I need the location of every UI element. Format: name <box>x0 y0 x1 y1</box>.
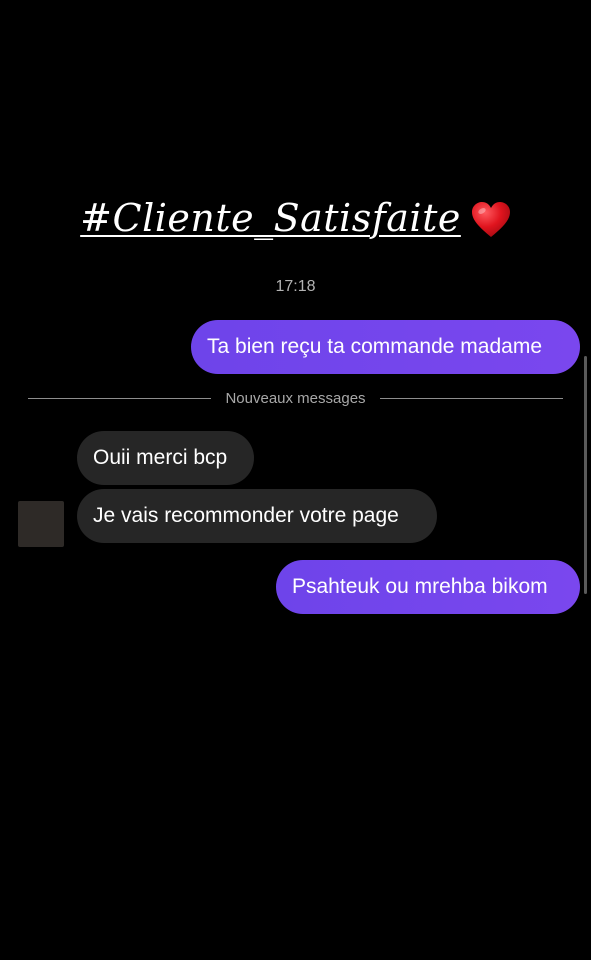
message-bubble-outgoing[interactable]: Ta bien reçu ta commande madame <box>191 320 580 374</box>
message-text: Ouii merci bcp <box>93 446 228 469</box>
message-text: Psahteuk ou mrehba bikom <box>292 575 548 598</box>
avatar[interactable] <box>18 501 64 547</box>
message-text: Ta bien reçu ta commande madame <box>207 335 543 358</box>
new-messages-divider: Nouveaux messages <box>28 386 564 410</box>
story-caption: #Cliente_Satisfaite <box>0 190 591 246</box>
message-text: Je vais recommonder votre page <box>93 504 399 527</box>
message-timestamp: 17:18 <box>275 278 316 295</box>
divider-label: Nouveaux messages <box>225 389 366 407</box>
divider-line-left <box>28 397 212 399</box>
divider-line-right <box>379 397 564 399</box>
heart-icon <box>471 201 511 239</box>
caption-text: #Cliente_Satisfaite <box>80 196 461 240</box>
message-bubble-incoming[interactable]: Je vais recommonder votre page <box>77 489 437 543</box>
scrollbar[interactable] <box>584 356 587 594</box>
message-bubble-incoming[interactable]: Ouii merci bcp <box>77 431 254 485</box>
message-bubble-outgoing[interactable]: Psahteuk ou mrehba bikom <box>276 560 580 614</box>
